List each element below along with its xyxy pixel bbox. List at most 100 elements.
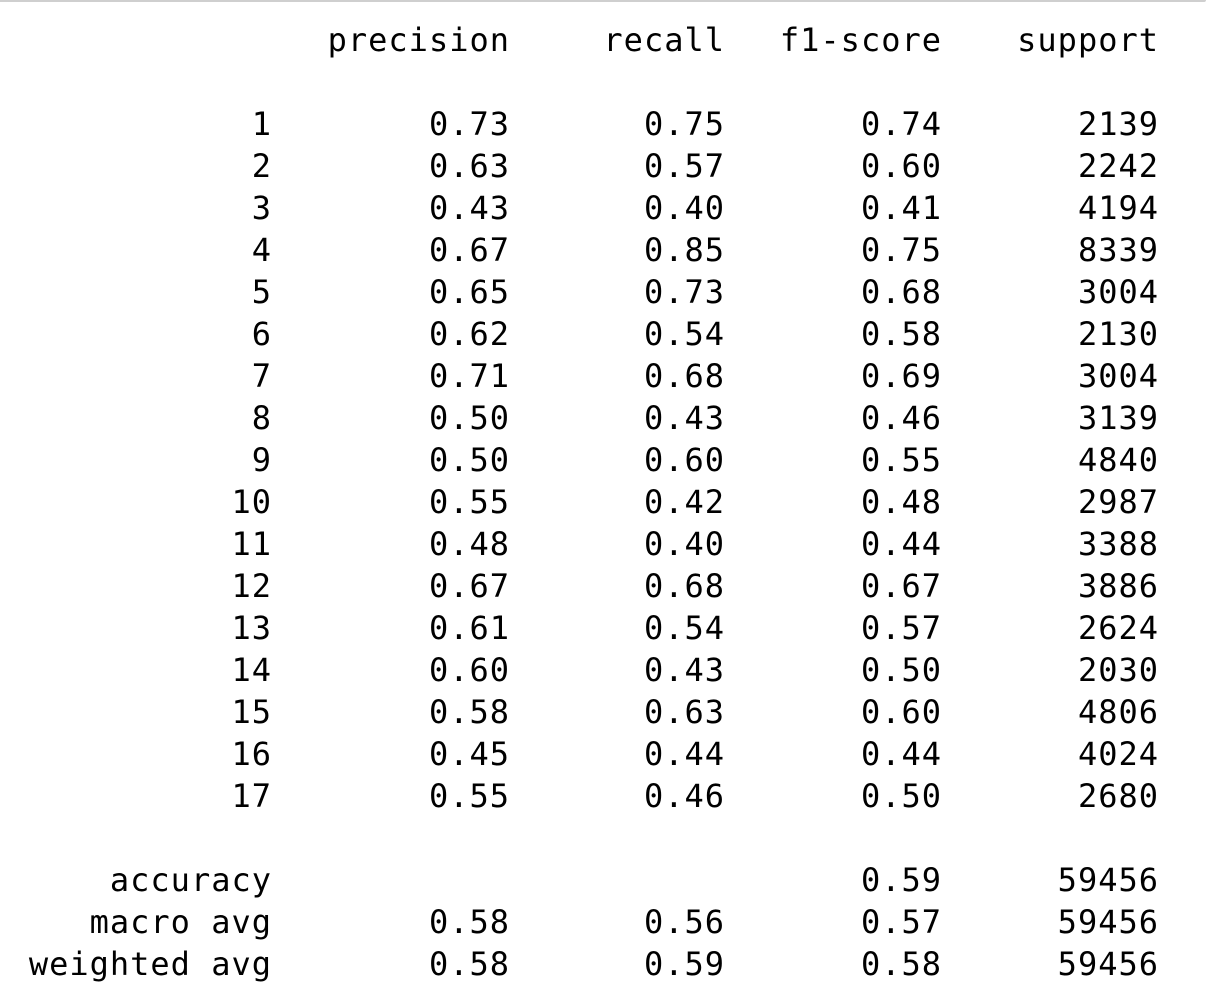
support-cell: 59456 — [1057, 945, 1159, 983]
class-row: 5 0.65 0.73 0.68 3004 — [0, 271, 1206, 313]
precision-cell: 0.73 — [428, 105, 510, 143]
support-cell: 3004 — [1077, 357, 1159, 395]
precision-cell: 0.58 — [428, 693, 510, 731]
f1-score-cell: 0.41 — [860, 189, 942, 227]
recall-cell: 0.54 — [643, 609, 725, 647]
row-label: 9 — [251, 441, 272, 479]
precision-cell: 0.45 — [428, 735, 510, 773]
recall-cell: 0.63 — [643, 693, 725, 731]
row-label: 15 — [231, 693, 272, 731]
support-cell: 2624 — [1077, 609, 1159, 647]
header-support: support — [1017, 21, 1159, 59]
class-row: 17 0.55 0.46 0.50 2680 — [0, 775, 1206, 817]
support-cell: 2242 — [1077, 147, 1159, 185]
recall-cell: 0.54 — [643, 315, 725, 353]
precision-cell: 0.63 — [428, 147, 510, 185]
support-cell: 2139 — [1077, 105, 1159, 143]
class-row: 9 0.50 0.60 0.55 4840 — [0, 439, 1206, 481]
f1-score-cell: 0.57 — [860, 609, 942, 647]
f1-score-cell: 0.55 — [860, 441, 942, 479]
class-row: 4 0.67 0.85 0.75 8339 — [0, 229, 1206, 271]
f1-score-cell: 0.68 — [860, 273, 942, 311]
class-row: 13 0.61 0.54 0.57 2624 — [0, 607, 1206, 649]
precision-cell: 0.60 — [428, 651, 510, 689]
row-label: 13 — [231, 609, 272, 647]
row-label: 3 — [251, 189, 272, 227]
recall-cell: 0.43 — [643, 651, 725, 689]
precision-cell: 0.48 — [428, 525, 510, 563]
recall-cell: 0.59 — [643, 945, 725, 983]
support-cell: 3139 — [1077, 399, 1159, 437]
precision-cell: 0.62 — [428, 315, 510, 353]
report-header-row: precision recall f1-score support — [0, 19, 1206, 61]
precision-cell: 0.55 — [428, 777, 510, 815]
support-cell: 2030 — [1077, 651, 1159, 689]
f1-score-cell: 0.60 — [860, 693, 942, 731]
row-label: 16 — [231, 735, 272, 773]
class-row: 2 0.63 0.57 0.60 2242 — [0, 145, 1206, 187]
header-label — [0, 19, 272, 61]
summary-row: weighted avg 0.58 0.59 0.58 59456 — [0, 943, 1206, 985]
support-cell: 2987 — [1077, 483, 1159, 521]
recall-cell: 0.46 — [643, 777, 725, 815]
row-label: 8 — [251, 399, 272, 437]
class-row: 10 0.55 0.42 0.48 2987 — [0, 481, 1206, 523]
recall-cell — [520, 859, 725, 901]
class-row: 7 0.71 0.68 0.69 3004 — [0, 355, 1206, 397]
header-precision: precision — [327, 21, 510, 59]
class-row: 12 0.67 0.68 0.67 3886 — [0, 565, 1206, 607]
f1-score-cell: 0.58 — [860, 945, 942, 983]
recall-cell: 0.57 — [643, 147, 725, 185]
row-label: 17 — [231, 777, 272, 815]
recall-cell: 0.73 — [643, 273, 725, 311]
row-label: accuracy — [109, 861, 272, 899]
class-row: 1 0.73 0.75 0.74 2139 — [0, 103, 1206, 145]
row-label: 2 — [251, 147, 272, 185]
precision-cell: 0.58 — [428, 903, 510, 941]
support-cell: 59456 — [1057, 861, 1159, 899]
support-cell: 2680 — [1077, 777, 1159, 815]
row-label: weighted avg — [28, 945, 272, 983]
recall-cell: 0.85 — [643, 231, 725, 269]
class-row: 3 0.43 0.40 0.41 4194 — [0, 187, 1206, 229]
f1-score-cell: 0.74 — [860, 105, 942, 143]
row-label: 14 — [231, 651, 272, 689]
precision-cell: 0.58 — [428, 945, 510, 983]
f1-score-cell: 0.57 — [860, 903, 942, 941]
f1-score-cell: 0.44 — [860, 735, 942, 773]
support-cell: 3004 — [1077, 273, 1159, 311]
recall-cell: 0.44 — [643, 735, 725, 773]
f1-score-cell: 0.44 — [860, 525, 942, 563]
f1-score-cell: 0.50 — [860, 651, 942, 689]
f1-score-cell: 0.69 — [860, 357, 942, 395]
row-label: 5 — [251, 273, 272, 311]
support-cell: 59456 — [1057, 903, 1159, 941]
f1-score-cell: 0.75 — [860, 231, 942, 269]
row-label: 7 — [251, 357, 272, 395]
precision-cell: 0.50 — [428, 399, 510, 437]
row-label: 4 — [251, 231, 272, 269]
recall-cell: 0.43 — [643, 399, 725, 437]
support-cell: 3388 — [1077, 525, 1159, 563]
row-label: 11 — [231, 525, 272, 563]
row-label: 12 — [231, 567, 272, 605]
precision-cell: 0.65 — [428, 273, 510, 311]
precision-cell: 0.71 — [428, 357, 510, 395]
row-label: 10 — [231, 483, 272, 521]
support-cell: 4840 — [1077, 441, 1159, 479]
class-row: 15 0.58 0.63 0.60 4806 — [0, 691, 1206, 733]
row-label: macro avg — [89, 903, 272, 941]
precision-cell: 0.55 — [428, 483, 510, 521]
f1-score-cell: 0.48 — [860, 483, 942, 521]
summary-row: accuracy 0.59 59456 — [0, 859, 1206, 901]
precision-cell: 0.67 — [428, 231, 510, 269]
precision-cell: 0.61 — [428, 609, 510, 647]
f1-score-cell: 0.67 — [860, 567, 942, 605]
support-cell: 2130 — [1077, 315, 1159, 353]
support-cell: 3886 — [1077, 567, 1159, 605]
precision-cell: 0.67 — [428, 567, 510, 605]
f1-score-cell: 0.60 — [860, 147, 942, 185]
recall-cell: 0.40 — [643, 189, 725, 227]
class-row: 8 0.50 0.43 0.46 3139 — [0, 397, 1206, 439]
recall-cell: 0.68 — [643, 567, 725, 605]
